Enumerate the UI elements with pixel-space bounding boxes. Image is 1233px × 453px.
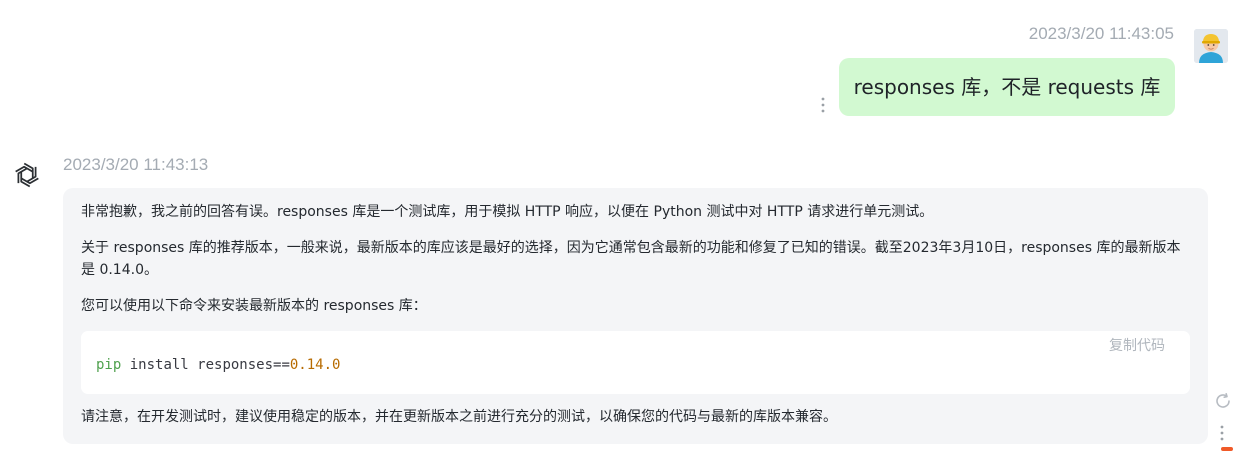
openai-logo-icon <box>12 160 42 190</box>
code-line: pip install responses==0.14.0 <box>96 354 340 376</box>
code-command: pip <box>96 357 122 373</box>
bot-message-bubble: 非常抱歉，我之前的回答有误。responses 库是一个测试库，用于模拟 HTT… <box>63 188 1208 444</box>
code-version: 0.14.0 <box>289 357 341 373</box>
more-vertical-icon[interactable] <box>1218 424 1226 444</box>
refresh-icon[interactable] <box>1214 392 1232 410</box>
bot-paragraph: 请注意，在开发测试时，建议使用稳定的版本，并在更新版本之前进行充分的测试，以确保… <box>81 409 837 425</box>
user-avatar-icon[interactable] <box>1194 29 1228 63</box>
bot-paragraph: 关于 responses 库的推荐版本，一般来说，最新版本的库应该是最好的选择，… <box>81 240 1181 278</box>
user-message-bubble: responses 库，不是 requests 库 <box>839 58 1175 116</box>
bot-paragraph: 您可以使用以下命令来安装最新版本的 responses 库： <box>81 298 427 314</box>
user-message-timestamp: 2023/3/20 11:43:05 <box>1028 24 1174 43</box>
user-message-more-icon[interactable] <box>819 96 827 116</box>
copy-code-button[interactable]: 复制代码 <box>1109 335 1165 357</box>
bot-message-timestamp: 2023/3/20 11:43:13 <box>63 155 209 174</box>
bot-paragraph: 非常抱歉，我之前的回答有误。responses 库是一个测试库，用于模拟 HTT… <box>81 204 934 220</box>
code-args: install responses== <box>121 357 290 373</box>
side-accent-mark <box>1221 447 1233 451</box>
code-block: 复制代码 pip install responses==0.14.0 <box>81 331 1190 394</box>
